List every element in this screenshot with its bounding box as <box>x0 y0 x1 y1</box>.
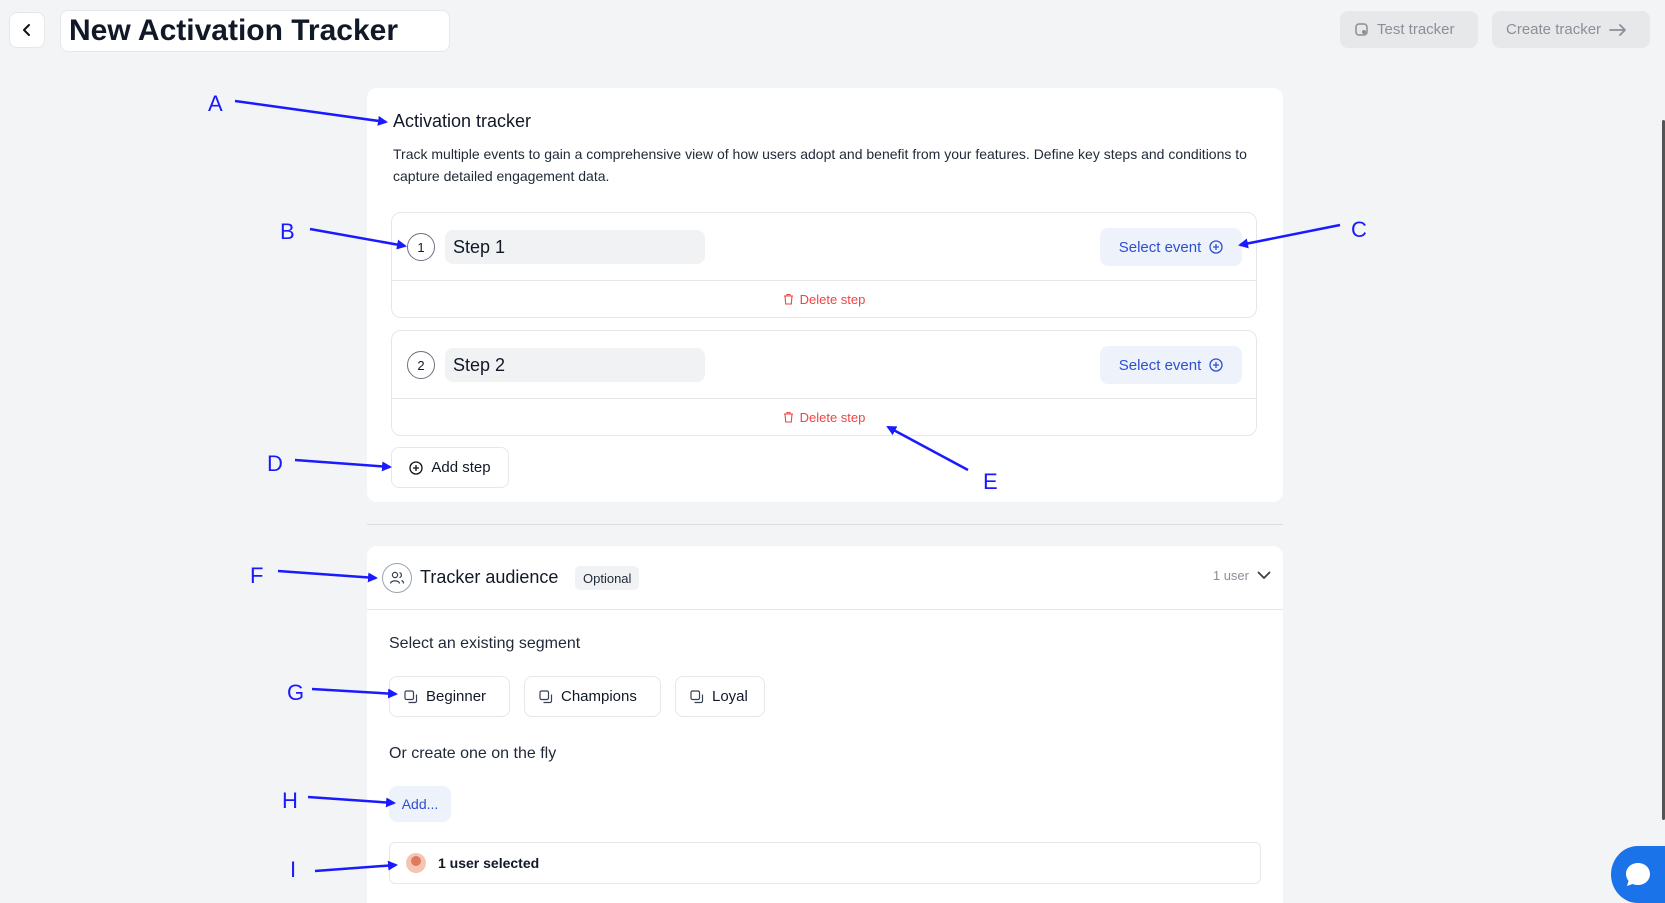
selected-users-text: 1 user selected <box>438 855 540 871</box>
add-step-button[interactable]: Add step <box>391 447 509 488</box>
select-event-label: Select event <box>1118 238 1202 256</box>
test-icon <box>1355 23 1368 36</box>
delete-step-label: Delete step <box>799 409 866 425</box>
chevron-left-icon <box>23 24 30 36</box>
annotation-arrow-a <box>234 99 388 126</box>
copy-icon <box>404 689 418 703</box>
arrow-right-icon <box>1609 23 1626 36</box>
segment-label-text: Champions <box>561 688 637 705</box>
step-name-input[interactable]: Step 2 <box>445 348 705 382</box>
trash-icon <box>783 411 793 423</box>
annotation-label-h: H <box>282 788 298 813</box>
step-header: 1 Step 1 Select event <box>392 213 1256 281</box>
copy-icon <box>690 689 704 703</box>
annotation-label-f: F <box>250 563 264 588</box>
step-header: 2 Step 2 Select event <box>392 331 1256 399</box>
add-step-label: Add step <box>431 459 491 476</box>
step-card: 2 Step 2 Select event Delete step <box>391 330 1257 436</box>
chevron-down-icon <box>1257 571 1271 579</box>
annotation-arrow-f <box>277 569 378 583</box>
step-number: 2 <box>407 351 435 379</box>
audience-title: Tracker audience <box>420 567 559 587</box>
user-count-text: 1 user <box>1212 568 1249 583</box>
segment-button-loyal[interactable]: Loyal <box>675 676 765 717</box>
step-card: 1 Step 1 Select event Delete step <box>391 212 1257 318</box>
annotation-label-g: G <box>287 680 305 705</box>
add-filter-button[interactable]: Add... <box>389 786 451 822</box>
delete-step-label: Delete step <box>799 291 866 307</box>
step-number: 1 <box>407 233 435 261</box>
back-button[interactable] <box>9 12 45 48</box>
annotation-label-d: D <box>267 451 283 476</box>
users-icon <box>382 563 412 593</box>
step-name-input[interactable]: Step 1 <box>445 230 705 264</box>
select-event-button[interactable]: Select event <box>1100 346 1242 384</box>
chat-widget-button[interactable] <box>1611 846 1665 903</box>
audience-header[interactable]: Tracker audience Optional 1 user <box>367 546 1283 610</box>
plus-circle-icon <box>409 460 424 475</box>
annotation-label-e: E <box>983 469 998 494</box>
activation-tracker-card: Activation tracker Track multiple events… <box>367 88 1283 502</box>
annotation-label-c: C <box>1351 217 1367 242</box>
segment-button-beginner[interactable]: Beginner <box>389 676 510 717</box>
tracker-description: Track multiple events to gain a comprehe… <box>393 146 1247 184</box>
plus-circle-icon <box>1209 240 1223 254</box>
test-tracker-label: Test tracker <box>1377 21 1455 38</box>
delete-step-button[interactable]: Delete step <box>392 399 1256 435</box>
select-event-button[interactable]: Select event <box>1100 228 1242 266</box>
optional-badge: Optional <box>575 566 640 590</box>
copy-icon <box>539 689 553 703</box>
tracker-section-title: Activation tracker <box>393 111 532 131</box>
segment-label-text: Beginner <box>426 688 487 705</box>
create-tracker-label: Create tracker <box>1506 21 1602 38</box>
tracker-audience-card: Tracker audience Optional 1 user Select … <box>367 546 1283 903</box>
create-tracker-button[interactable]: Create tracker <box>1492 11 1650 48</box>
audience-toggle[interactable]: 1 user <box>1213 568 1271 583</box>
delete-step-button[interactable]: Delete step <box>392 281 1256 317</box>
create-on-fly-label: Or create one on the fly <box>389 745 557 762</box>
tracker-name-input[interactable]: New Activation Tracker <box>60 10 450 52</box>
chat-icon <box>1626 862 1650 886</box>
plus-circle-icon <box>1209 358 1223 372</box>
segment-label-text: Loyal <box>712 688 748 705</box>
annotation-label-i: I <box>290 857 297 882</box>
trash-icon <box>783 293 793 305</box>
annotation-label-a: A <box>208 91 223 116</box>
select-event-label: Select event <box>1118 356 1202 374</box>
page-title: New Activation Tracker <box>69 14 399 47</box>
test-tracker-button[interactable]: Test tracker <box>1340 11 1478 48</box>
selected-users-box[interactable]: 1 user selected <box>389 842 1261 884</box>
avatar <box>406 853 426 873</box>
annotation-label-b: B <box>280 219 295 244</box>
section-divider <box>367 524 1283 525</box>
segment-label: Select an existing segment <box>389 635 581 652</box>
segment-button-champions[interactable]: Champions <box>524 676 661 717</box>
